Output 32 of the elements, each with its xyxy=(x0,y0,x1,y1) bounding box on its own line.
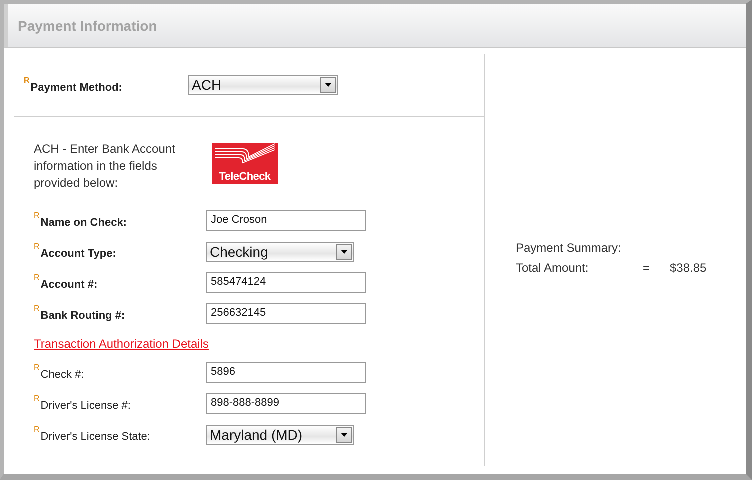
required-mark: R xyxy=(34,212,40,220)
input-field[interactable]: Joe Croson xyxy=(206,210,366,231)
field-label: Bank Routing #: xyxy=(40,309,126,322)
field-label: Check #: xyxy=(40,368,84,381)
dropdown[interactable]: ACH xyxy=(188,75,338,95)
required-mark: R xyxy=(34,426,40,434)
total-label: Total Amount: xyxy=(516,261,590,275)
dropdown[interactable]: Maryland (MD) xyxy=(206,424,354,444)
required-mark: R xyxy=(34,364,40,372)
instructions-text: ACH - Enter Bank Account information in the fields provided below: xyxy=(34,141,176,192)
field-label: Account #: xyxy=(40,278,98,291)
dropdown[interactable]: Checking xyxy=(206,242,354,262)
required-mark: R xyxy=(34,243,40,251)
field-label: Account Type: xyxy=(40,247,116,260)
panel-title: Payment Information xyxy=(18,18,158,34)
required-mark: R xyxy=(34,395,40,403)
field-label: Name on Check: xyxy=(40,216,127,229)
field-label: Driver's License #: xyxy=(40,399,131,412)
total-amount: $38.85 xyxy=(670,261,707,275)
required-mark: R xyxy=(34,274,40,282)
field-label: Payment Method: xyxy=(30,80,122,94)
required-mark: R xyxy=(34,305,40,313)
input-field[interactable]: 585474124 xyxy=(206,272,366,293)
equals-sign: = xyxy=(643,261,652,275)
required-mark: R xyxy=(24,76,30,84)
telecheck-logo: TeleCheck xyxy=(212,143,278,184)
input-field[interactable]: 5896 xyxy=(206,362,366,383)
field-label: Driver's License State: xyxy=(40,430,150,443)
summary-title: Payment Summary: xyxy=(516,241,622,255)
authorization-details-link[interactable]: Transaction Authorization Details xyxy=(34,337,209,351)
input-field[interactable]: 256632145 xyxy=(206,303,366,324)
input-field[interactable]: 898-888-8899 xyxy=(206,393,366,414)
